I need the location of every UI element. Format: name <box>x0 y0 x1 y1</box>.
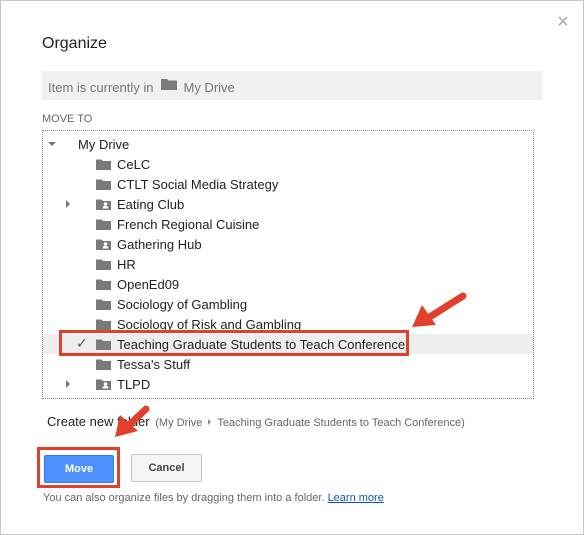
tree-item[interactable]: Tessa's Stuff <box>43 354 533 374</box>
tree-item-label: HR <box>117 257 136 272</box>
shared-folder-icon <box>96 198 111 213</box>
folder-icon <box>96 178 111 193</box>
breadcrumb-item-current: Teaching Graduate Students to Teach Conf… <box>217 417 462 429</box>
create-folder-row: Create new folder (My Drive Teaching Grad… <box>47 414 465 429</box>
tree-item[interactable]: Gathering Hub <box>43 234 533 254</box>
breadcrumb-separator-icon <box>208 419 212 425</box>
tree-item[interactable]: Sociology of Gambling <box>43 294 533 314</box>
selected-row-highlight-box <box>59 330 409 356</box>
folder-icon <box>96 258 111 273</box>
folder-icon <box>96 158 111 173</box>
tree-item[interactable]: OpenEd09 <box>43 274 533 294</box>
tree-item-label: CTLT Social Media Strategy <box>117 177 279 192</box>
collapse-arrow-icon[interactable] <box>66 380 70 388</box>
tree-item[interactable]: TLPD <box>43 374 533 394</box>
tree-item-label: OpenEd09 <box>117 277 180 292</box>
folder-tree: My Drive CeLC CTLT Social Media Strategy Ea… <box>42 130 534 399</box>
breadcrumb-item-root: My Drive <box>158 417 203 429</box>
tree-item-label: Tessa's Stuff <box>117 357 191 372</box>
current-location-folder: My Drive <box>183 80 235 95</box>
tree-item-label: Sociology of Gambling <box>117 297 248 312</box>
tree-item-label: French Regional Cuisine <box>117 217 260 232</box>
current-location-prefix: Item is currently in <box>48 80 154 95</box>
move-button-highlight-box <box>37 447 120 488</box>
folder-icon <box>96 358 111 373</box>
folder-icon <box>96 298 111 313</box>
close-icon[interactable]: × <box>554 12 572 32</box>
drag-hint: You can also organize files by dragging … <box>43 492 384 504</box>
dialog-title: Organize <box>42 35 107 52</box>
shared-folder-icon <box>96 378 111 393</box>
folder-icon <box>96 278 111 293</box>
tree-item[interactable]: CeLC <box>43 154 533 174</box>
tree-item-label: Gathering Hub <box>117 237 202 252</box>
tree-item-label: CeLC <box>117 157 151 172</box>
tree-item[interactable]: HR <box>43 254 533 274</box>
tree-item-label: TLPD <box>117 377 151 392</box>
cancel-button[interactable]: Cancel <box>131 454 202 482</box>
move-to-label: MOVE TO <box>42 113 93 125</box>
tree-item-label: My Drive <box>78 137 130 152</box>
learn-more-link[interactable]: Learn more <box>328 492 384 504</box>
breadcrumb-close-paren: ) <box>461 417 465 429</box>
folder-icon <box>161 77 178 93</box>
tree-item[interactable]: My Drive <box>43 134 533 154</box>
collapse-arrow-icon[interactable] <box>66 200 70 208</box>
create-new-folder-link[interactable]: Create new folder <box>47 414 150 429</box>
shared-folder-icon <box>96 238 111 253</box>
expand-arrow-icon[interactable] <box>48 142 56 146</box>
tree-item[interactable]: CTLT Social Media Strategy <box>43 174 533 194</box>
tree-item[interactable]: Eating Club <box>43 194 533 214</box>
tree-item-label: Eating Club <box>117 197 185 212</box>
tree-item[interactable]: French Regional Cuisine <box>43 214 533 234</box>
current-location-bar: Item is currently in My Drive <box>42 71 542 100</box>
folder-icon <box>96 218 111 233</box>
drag-hint-text: You can also organize files by dragging … <box>43 492 325 504</box>
breadcrumb: (My Drive Teaching Graduate Students to T… <box>155 417 465 429</box>
